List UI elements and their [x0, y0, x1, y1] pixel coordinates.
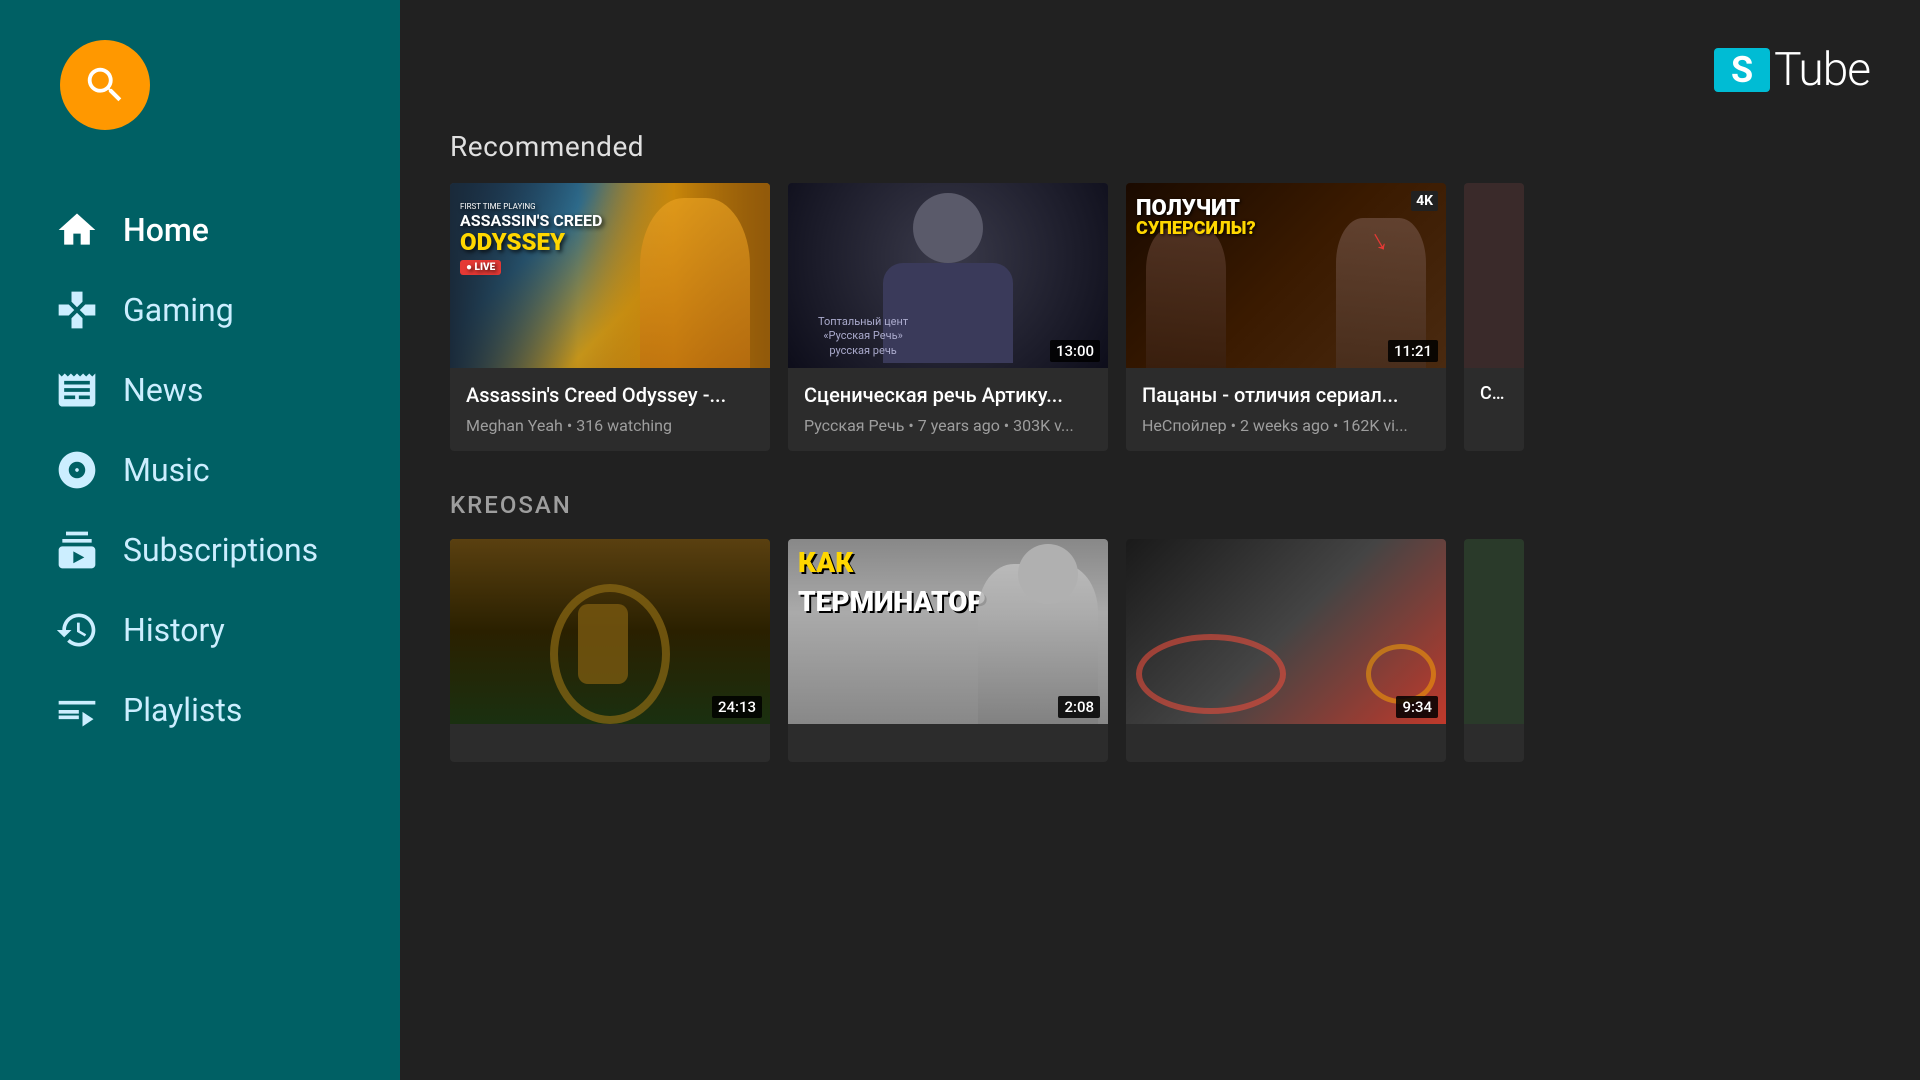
video-info-pc: Пацаны - отличия сериал... НеСпойлер • 2…: [1126, 368, 1446, 451]
video-info-k1: [450, 724, 770, 762]
sidebar-item-label: Home: [123, 211, 209, 249]
music-icon: [55, 448, 99, 492]
video-title-pc: Пацаны - отличия сериал...: [1142, 382, 1430, 408]
sidebar-item-history[interactable]: History: [0, 590, 400, 670]
duration-ru: 13:00: [1050, 340, 1100, 362]
sidebar-item-label: History: [123, 611, 225, 649]
sidebar-item-playlists[interactable]: Playlists: [0, 670, 400, 750]
subscriptions-icon: [55, 528, 99, 572]
thumbnail-ru: Топтальный цент«Русская Речь»русская реч…: [788, 183, 1108, 368]
thumbnail-ac: FIRST TIME PLAYING ASSASSIN'S CREED ODYS…: [450, 183, 770, 368]
video-title-partial: Co...: [1480, 382, 1508, 405]
video-card-ru[interactable]: Топтальный цент«Русская Речь»русская реч…: [788, 183, 1108, 451]
video-card-k3[interactable]: 9:34: [1126, 539, 1446, 762]
recommended-section: Recommended FIRST TIME PLAYING ASSASSIN'…: [450, 130, 1870, 451]
recommended-title: Recommended: [450, 130, 1870, 163]
video-meta-pc: НеСпойлер • 2 weeks ago • 162K vi...: [1142, 416, 1430, 435]
video-card-pc[interactable]: ПОЛУЧИТ СУПЕРСИЛЫ? ↓ 4K 11:21 Пацаны - о…: [1126, 183, 1446, 451]
sidebar-item-label: Gaming: [123, 291, 234, 329]
thumbnail-partial: [1464, 183, 1524, 368]
thumbnail-k4-partial: [1464, 539, 1524, 724]
duration-k1: 24:13: [712, 696, 762, 718]
sidebar-item-label: News: [123, 371, 203, 409]
sidebar-item-label: Subscriptions: [123, 531, 318, 569]
video-info-ru: Сценическая речь Артику... Русская Речь …: [788, 368, 1108, 451]
gaming-icon: [55, 288, 99, 332]
badge-4k: 4K: [1411, 191, 1438, 211]
video-info-partial: Co...: [1464, 368, 1524, 429]
sidebar-item-label: Playlists: [123, 691, 242, 729]
thumbnail-k1: 24:13: [450, 539, 770, 724]
kreosan-k2-overlay-top: как: [798, 549, 853, 577]
kreosan-row: 24:13 как ТЕРМИНАТОР 2:08: [450, 539, 1870, 762]
sidebar: Home Gaming News Music Subscriptions His…: [0, 0, 400, 1080]
video-card-k4-partial[interactable]: [1464, 539, 1524, 762]
main-content: S Tube Recommended FIRST TIME PLAYING AS…: [400, 0, 1920, 1080]
news-icon: [55, 368, 99, 412]
header: S Tube: [400, 0, 1920, 130]
logo-tube: Tube: [1774, 43, 1870, 97]
kreosan-section: KREOSAN 24:13: [450, 491, 1870, 762]
recommended-row: FIRST TIME PLAYING ASSASSIN'S CREED ODYS…: [450, 183, 1870, 451]
duration-k2: 2:08: [1058, 696, 1100, 718]
video-card-k2[interactable]: как ТЕРМИНАТОР 2:08: [788, 539, 1108, 762]
video-meta-ac: Meghan Yeah • 316 watching: [466, 416, 754, 435]
search-button[interactable]: [60, 40, 150, 130]
video-info-ac: Assassin's Creed Odyssey -... Meghan Yea…: [450, 368, 770, 451]
sidebar-item-news[interactable]: News: [0, 350, 400, 430]
video-card-ac[interactable]: FIRST TIME PLAYING ASSASSIN'S CREED ODYS…: [450, 183, 770, 451]
thumbnail-k2: как ТЕРМИНАТОР 2:08: [788, 539, 1108, 724]
thumbnail-pc: ПОЛУЧИТ СУПЕРСИЛЫ? ↓ 4K 11:21: [1126, 183, 1446, 368]
thumbnail-k3: 9:34: [1126, 539, 1446, 724]
logo-s: S: [1714, 48, 1770, 92]
history-icon: [55, 608, 99, 652]
kreosan-k2-overlay-sub: ТЕРМИНАТОР: [798, 585, 986, 618]
sidebar-item-music[interactable]: Music: [0, 430, 400, 510]
sidebar-item-home[interactable]: Home: [0, 190, 400, 270]
duration-pc: 11:21: [1388, 340, 1438, 362]
video-card-partial[interactable]: Co...: [1464, 183, 1524, 451]
video-card-k1[interactable]: 24:13: [450, 539, 770, 762]
video-title-ac: Assassin's Creed Odyssey -...: [466, 382, 754, 408]
search-icon: [82, 62, 128, 108]
video-title-ru: Сценическая речь Артику...: [804, 382, 1092, 408]
sidebar-item-label: Music: [123, 451, 210, 489]
sidebar-item-subscriptions[interactable]: Subscriptions: [0, 510, 400, 590]
playlists-icon: [55, 688, 99, 732]
logo: S Tube: [1714, 43, 1870, 97]
kreosan-title: KREOSAN: [450, 491, 1870, 519]
duration-k3: 9:34: [1396, 696, 1438, 718]
sidebar-item-gaming[interactable]: Gaming: [0, 270, 400, 350]
home-icon: [55, 208, 99, 252]
content-area: Recommended FIRST TIME PLAYING ASSASSIN'…: [400, 130, 1920, 802]
video-info-k2: [788, 724, 1108, 762]
video-meta-ru: Русская Речь • 7 years ago • 303K v...: [804, 416, 1092, 435]
video-info-k3: [1126, 724, 1446, 762]
